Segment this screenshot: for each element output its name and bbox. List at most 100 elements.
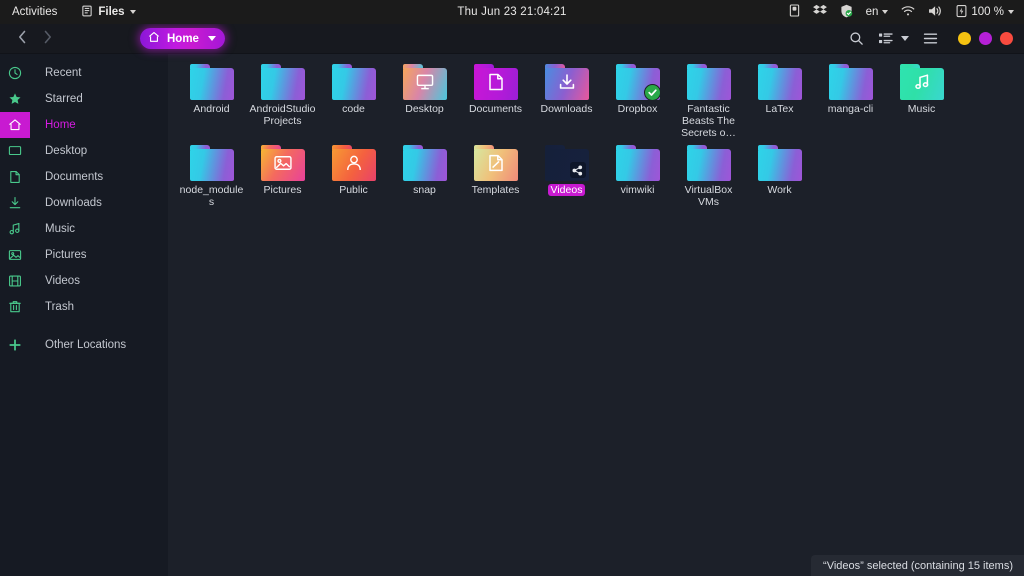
file-item[interactable]: AndroidStudioProjects: [247, 60, 318, 141]
sidebar-item-label: Pictures: [45, 249, 87, 261]
file-label: Music: [907, 103, 936, 115]
sidebar-item-home[interactable]: Home: [0, 112, 168, 138]
battery-icon: [956, 4, 967, 21]
folder-body: [331, 68, 376, 100]
volume-icon[interactable]: [928, 5, 943, 20]
status-text: “Videos” selected (containing 15 items): [823, 559, 1013, 572]
app-menu-button[interactable]: Files: [81, 5, 136, 20]
file-item[interactable]: Android: [176, 60, 247, 141]
search-button[interactable]: [849, 31, 864, 46]
file-item[interactable]: Work: [744, 141, 815, 210]
folder-body: [757, 149, 802, 181]
file-item[interactable]: snap: [389, 141, 460, 210]
sidebar-item-label: Music: [45, 223, 76, 235]
sidebar-item-downloads[interactable]: Downloads: [0, 190, 168, 216]
forward-button[interactable]: [43, 30, 52, 47]
dropbox-tray-icon[interactable]: [812, 4, 827, 20]
system-status-area[interactable]: en 100 %: [789, 4, 1024, 21]
file-item[interactable]: vimwiki: [602, 141, 673, 210]
view-mode-chevron-down-icon[interactable]: [901, 36, 909, 41]
places-sidebar: Recent Starred Home Desktop Documents Downloa…: [0, 54, 168, 576]
file-item[interactable]: Music: [886, 60, 957, 141]
file-item[interactable]: VirtualBox VMs: [673, 141, 744, 210]
file-item[interactable]: Pictures: [247, 141, 318, 210]
main-menu-button[interactable]: [923, 32, 938, 45]
download-icon: [0, 190, 30, 216]
keyboard-layout-button[interactable]: en: [866, 6, 889, 18]
monitor-emblem-icon: [415, 74, 434, 91]
window-header-bar: Home: [0, 24, 1024, 54]
file-label: LaTex: [765, 103, 794, 115]
maximize-button[interactable]: [979, 32, 992, 45]
chevron-down-icon: [882, 10, 889, 14]
sidebar-item-label: Starred: [45, 93, 83, 105]
back-button[interactable]: [18, 30, 27, 47]
app-menu-label: Files: [98, 6, 125, 18]
document-emblem-icon: [488, 73, 504, 91]
minimize-button[interactable]: [958, 32, 971, 45]
file-item[interactable]: Fantastic Beasts The Secrets o…: [673, 60, 744, 141]
file-item[interactable]: manga-cli: [815, 60, 886, 141]
folder-body: [686, 149, 731, 181]
folder-icon: [828, 64, 873, 100]
file-label: snap: [413, 184, 436, 196]
file-item[interactable]: Desktop: [389, 60, 460, 141]
battery-level-label: 100 %: [971, 6, 1004, 18]
share-emblem-icon: [569, 162, 586, 178]
file-label: code: [342, 103, 365, 115]
plus-icon: [0, 332, 30, 358]
folder-body: [828, 68, 873, 100]
folder-icon: [331, 145, 376, 181]
file-item[interactable]: Downloads: [531, 60, 602, 141]
file-item[interactable]: Videos: [531, 141, 602, 210]
file-item[interactable]: LaTex: [744, 60, 815, 141]
chevron-down-icon[interactable]: [207, 36, 216, 41]
sidebar-item-label: Downloads: [45, 197, 102, 209]
sidebar-item-music[interactable]: Music: [0, 216, 168, 242]
file-view[interactable]: Android AndroidStudioProjects code Desktop D…: [168, 54, 1024, 576]
folder-icon: [899, 64, 944, 100]
file-item[interactable]: Public: [318, 141, 389, 210]
sidebar-item-label: Videos: [45, 275, 80, 287]
file-item[interactable]: node_modules: [176, 141, 247, 210]
sidebar-item-trash[interactable]: Trash: [0, 294, 168, 320]
sidebar-item-pictures[interactable]: Pictures: [0, 242, 168, 268]
sidebar-item-other-locations[interactable]: Other Locations: [0, 332, 168, 358]
file-label: manga-cli: [827, 103, 874, 115]
folder-icon: [260, 145, 305, 181]
removable-media-icon[interactable]: [789, 4, 800, 20]
file-label: Public: [339, 184, 368, 196]
sidebar-item-documents[interactable]: Documents: [0, 164, 168, 190]
folder-icon: [331, 64, 376, 100]
files-app-icon: [81, 5, 93, 20]
file-item[interactable]: code: [318, 60, 389, 141]
file-item[interactable]: Documents: [460, 60, 531, 141]
shield-security-icon[interactable]: [840, 4, 853, 21]
video-icon: [0, 268, 30, 294]
sidebar-item-videos[interactable]: Videos: [0, 268, 168, 294]
sidebar-item-label: Documents: [45, 171, 104, 183]
sidebar-item-desktop[interactable]: Desktop: [0, 138, 168, 164]
battery-status[interactable]: 100 %: [956, 4, 1014, 21]
sidebar-item-starred[interactable]: Starred: [0, 86, 168, 112]
file-label: node_modules: [179, 184, 244, 208]
sidebar-item-label: Trash: [45, 301, 74, 313]
file-item[interactable]: Dropbox: [602, 60, 673, 141]
close-button[interactable]: [1000, 32, 1013, 45]
view-mode-button[interactable]: [878, 32, 893, 45]
wifi-icon[interactable]: [901, 5, 915, 20]
image-emblem-icon: [273, 155, 292, 172]
file-label: Work: [767, 184, 792, 196]
folder-body: [189, 149, 234, 181]
sidebar-item-label: Other Locations: [45, 339, 127, 351]
file-label: Fantastic Beasts The Secrets o…: [681, 103, 736, 139]
folder-icon: [615, 145, 660, 181]
folder-body: [260, 68, 305, 100]
file-item[interactable]: Templates: [460, 141, 531, 210]
breadcrumb-home[interactable]: Home: [140, 28, 225, 49]
desktop-icon: [0, 138, 30, 164]
sidebar-item-label: Desktop: [45, 145, 88, 157]
activities-button[interactable]: Activities: [0, 0, 67, 24]
sidebar-item-recent[interactable]: Recent: [0, 60, 168, 86]
file-label: AndroidStudioProjects: [249, 103, 316, 127]
